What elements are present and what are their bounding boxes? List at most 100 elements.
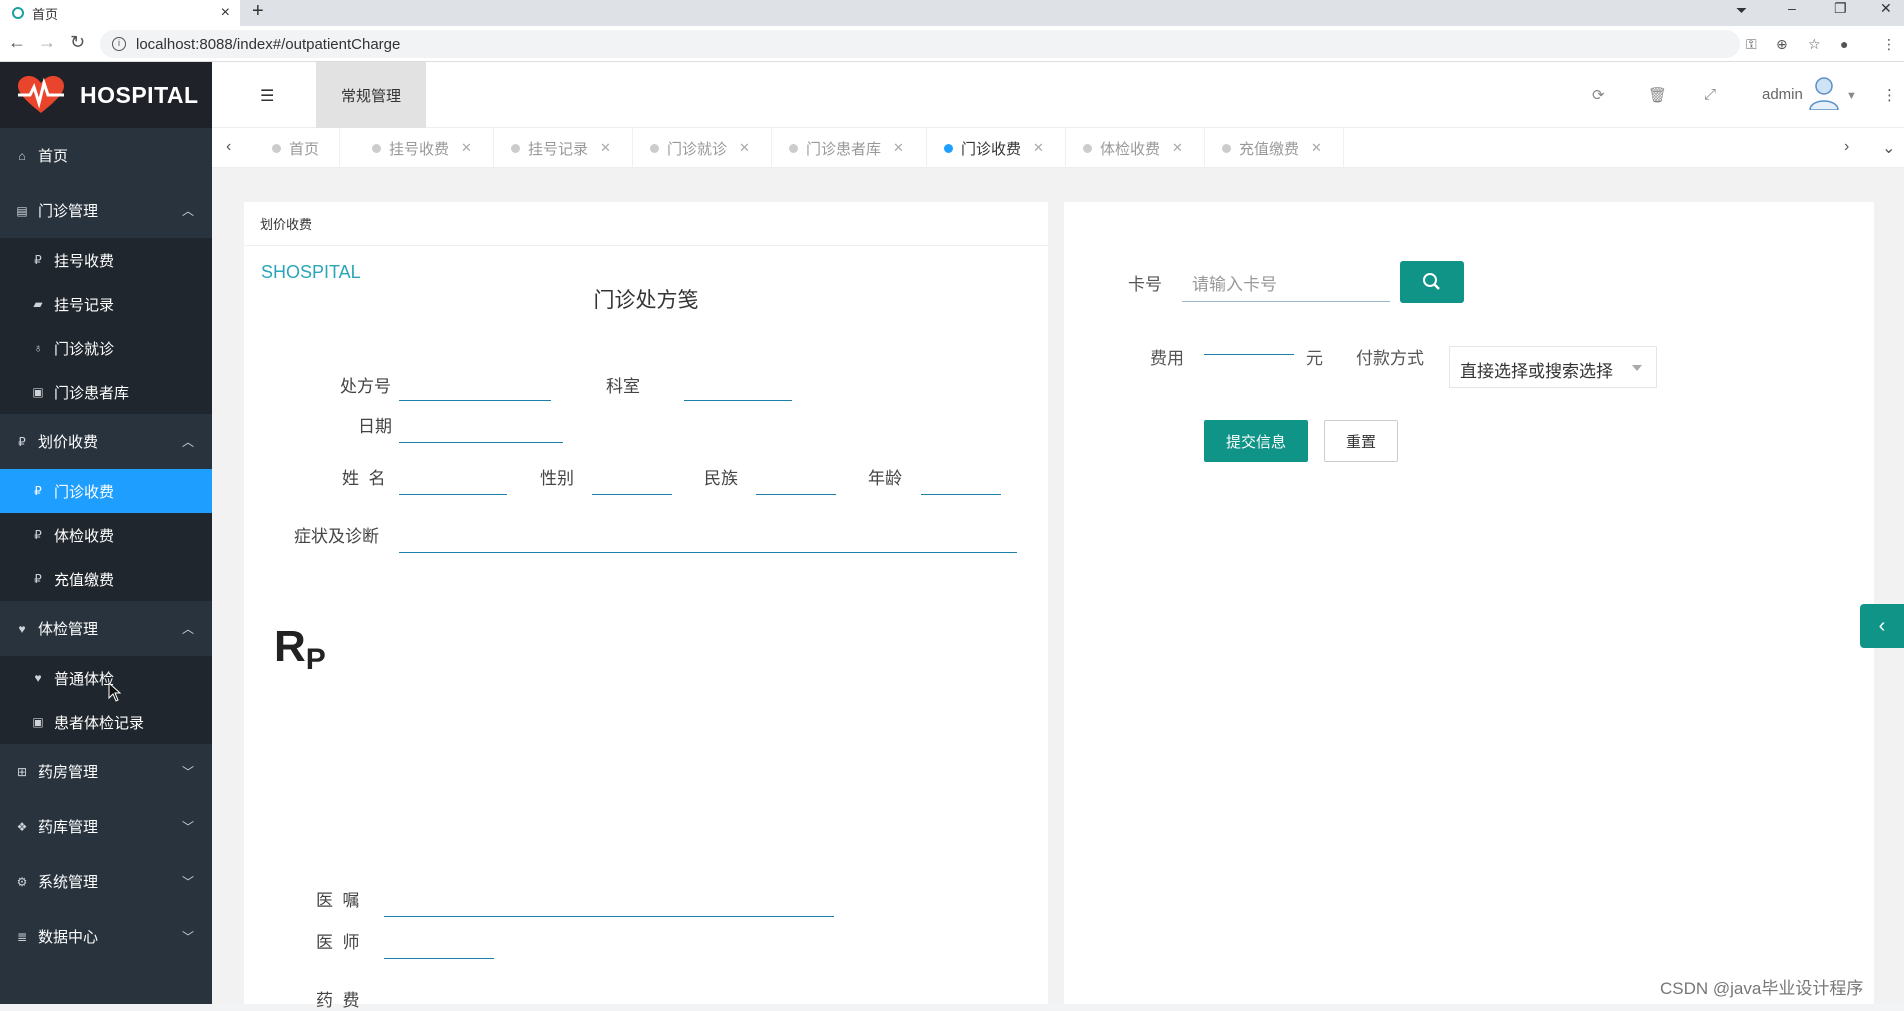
sidebar-item-label: 门诊管理 <box>38 203 99 220</box>
close-icon[interactable]: ✕ <box>461 140 472 156</box>
rp-r: R <box>274 622 306 671</box>
rx-no-field[interactable] <box>399 400 551 401</box>
page-tab-recharge[interactable]: 充值缴费 ✕ <box>1206 128 1344 168</box>
page-tab-exam-charge[interactable]: 体检收费 ✕ <box>1067 128 1205 168</box>
site-info-icon[interactable]: i <box>112 37 126 51</box>
sidebar-item-register-record[interactable]: ▰ 挂号记录 <box>0 282 212 326</box>
sidebar-item-label: 体检管理 <box>38 621 99 638</box>
page-tab-register-fee[interactable]: 挂号收费 ✕ <box>356 128 494 168</box>
rx-no-label: 处方号 <box>340 377 391 396</box>
close-tab-icon[interactable]: × <box>221 4 230 22</box>
sidebar-item-general-exam[interactable]: ♥ 普通体检 <box>0 656 212 700</box>
user-name[interactable]: admin <box>1762 86 1803 103</box>
pay-method-label: 付款方式 <box>1356 349 1424 368</box>
profile-icon[interactable]: ● <box>1840 36 1848 52</box>
key-icon[interactable]: ⚿ <box>1746 36 1757 53</box>
sidebar-item-label: 挂号收费 <box>54 252 115 270</box>
refresh-icon[interactable]: ⟳ <box>1592 86 1605 104</box>
browser-tab[interactable]: 首页 × <box>0 0 240 26</box>
menu-toggle-icon[interactable]: ☰ <box>260 86 274 106</box>
close-icon[interactable]: ✕ <box>600 140 611 156</box>
sidebar-item-exam-records[interactable]: ▣ 患者体检记录 <box>0 700 212 744</box>
close-icon[interactable]: ✕ <box>739 140 750 156</box>
sidebar-item-pricing[interactable]: ₽ 划价收费 ︿ <box>0 414 212 469</box>
minimize-button[interactable]: – <box>1788 0 1796 16</box>
close-icon[interactable]: ✕ <box>1033 140 1044 156</box>
sidebar-item-warehouse[interactable]: ❖ 药库管理 ﹀ <box>0 799 212 854</box>
date-field[interactable] <box>399 442 563 443</box>
diagnosis-field[interactable] <box>399 552 1017 553</box>
browser-menu-icon[interactable]: ⋮ <box>1882 36 1896 53</box>
sidebar-item-label: 门诊收费 <box>54 483 115 501</box>
dept-field[interactable] <box>684 400 792 401</box>
sidebar-item-outpatient-charge[interactable]: ₽ 门诊收费 <box>0 469 212 513</box>
submit-button[interactable]: 提交信息 <box>1204 420 1308 462</box>
sidebar-item-register-fee[interactable]: ₽ 挂号收费 <box>0 238 212 282</box>
profile-dropdown-icon[interactable]: ⏷ <box>1736 2 1747 19</box>
side-panel-toggle[interactable]: ‹ <box>1860 604 1904 648</box>
logo[interactable]: HOSPITAL <box>0 62 212 128</box>
page-tab-label: 挂号收费 <box>389 140 450 158</box>
reload-icon[interactable]: ↻ <box>70 32 85 53</box>
close-icon[interactable]: ✕ <box>1311 140 1322 156</box>
chevron-left-icon: ‹ <box>1878 614 1886 637</box>
trash-icon[interactable]: 🗑 <box>1648 86 1667 104</box>
card-no-input[interactable]: 请输入卡号 <box>1182 260 1390 302</box>
search-button[interactable] <box>1400 261 1464 303</box>
fee-label: 费用 <box>1150 349 1184 368</box>
page-tab-consultation[interactable]: 门诊就诊 ✕ <box>634 128 772 168</box>
gender-field[interactable] <box>592 494 672 495</box>
page-tab-register-record[interactable]: 挂号记录 ✕ <box>495 128 633 168</box>
fullscreen-icon[interactable]: ⤢ <box>1704 86 1716 103</box>
heartbeat-icon: ♥ <box>18 621 26 636</box>
caret-down-icon[interactable]: ▼ <box>1846 90 1857 102</box>
top-nav-item[interactable]: 常规管理 <box>316 62 426 128</box>
sidebar-item-data-center[interactable]: ≣ 数据中心 ﹀ <box>0 909 212 964</box>
sidebar-item-exam-charge[interactable]: ₽ 体检收费 <box>0 513 212 557</box>
tabs-left-arrow-icon[interactable]: ‹ <box>226 138 231 156</box>
sidebar-item-consultation[interactable]: ♁ 门诊就诊 <box>0 326 212 370</box>
forward-icon[interactable]: → <box>38 32 56 53</box>
name-label: 姓 名 <box>342 469 386 488</box>
sidebar: HOSPITAL ⌂ 首页 ▤ 门诊管理 ︿ ₽ 挂号收费 ▰ 挂号记录 ♁ 门… <box>0 62 212 1004</box>
sidebar-item-system[interactable]: ⚙ 系统管理 ﹀ <box>0 854 212 909</box>
drug-fee-label: 药 费 <box>316 991 360 1010</box>
new-tab-button[interactable]: + <box>252 0 264 23</box>
sidebar-item-label: 药库管理 <box>38 819 99 836</box>
reset-button[interactable]: 重置 <box>1324 420 1398 462</box>
doctor-field[interactable] <box>384 958 494 959</box>
page-tab-outpatient-charge[interactable]: 门诊收费 ✕ <box>928 128 1066 168</box>
sidebar-item-home[interactable]: ⌂ 首页 <box>0 128 212 183</box>
close-icon[interactable]: ✕ <box>1172 140 1183 156</box>
close-icon[interactable]: ✕ <box>893 140 904 156</box>
sidebar-item-outpatient[interactable]: ▤ 门诊管理 ︿ <box>0 183 212 238</box>
advice-field[interactable] <box>384 916 834 917</box>
clipboard-icon: ▤ <box>16 203 28 218</box>
page-tab-bar: ‹ 首页 挂号收费 ✕ 挂号记录 ✕ 门诊就诊 ✕ 门诊患者库 ✕ 门诊收费 ✕… <box>212 128 1904 168</box>
tabs-dropdown-icon[interactable]: ⌄ <box>1882 138 1895 158</box>
ethnicity-field[interactable] <box>756 494 836 495</box>
page-tab-patient-library[interactable]: 门诊患者库 ✕ <box>773 128 927 168</box>
zoom-icon[interactable]: ⊕ <box>1776 36 1788 53</box>
sidebar-item-physical-exam[interactable]: ♥ 体检管理 ︿ <box>0 601 212 656</box>
close-window-button[interactable]: ✕ <box>1880 0 1892 17</box>
sidebar-item-pharmacy[interactable]: ⊞ 药房管理 ﹀ <box>0 744 212 799</box>
sidebar-item-recharge[interactable]: ₽ 充值缴费 <box>0 557 212 601</box>
url-field[interactable]: i localhost:8088/index#/outpatientCharge <box>100 30 1740 58</box>
age-field[interactable] <box>921 494 1001 495</box>
avatar[interactable] <box>1808 76 1840 110</box>
restore-button[interactable]: ❐ <box>1834 0 1847 17</box>
sidebar-item-patient-library[interactable]: ▣ 门诊患者库 <box>0 370 212 414</box>
name-field[interactable] <box>399 494 507 495</box>
sidebar-item-label: 门诊患者库 <box>54 384 130 402</box>
pay-method-select[interactable]: 直接选择或搜索选择 <box>1449 346 1657 388</box>
tabs-right-arrow-icon[interactable]: › <box>1844 138 1849 156</box>
back-icon[interactable]: ← <box>8 32 26 53</box>
more-vertical-icon[interactable]: ⋮ <box>1882 86 1897 104</box>
page-tab-label: 门诊就诊 <box>667 140 728 158</box>
chevron-up-icon: ︿ <box>181 622 194 636</box>
advice-label: 医 嘱 <box>316 891 360 910</box>
page-tab-home[interactable]: 首页 <box>256 128 340 168</box>
bookmark-star-icon[interactable]: ☆ <box>1808 36 1821 53</box>
fee-field[interactable] <box>1204 354 1294 355</box>
